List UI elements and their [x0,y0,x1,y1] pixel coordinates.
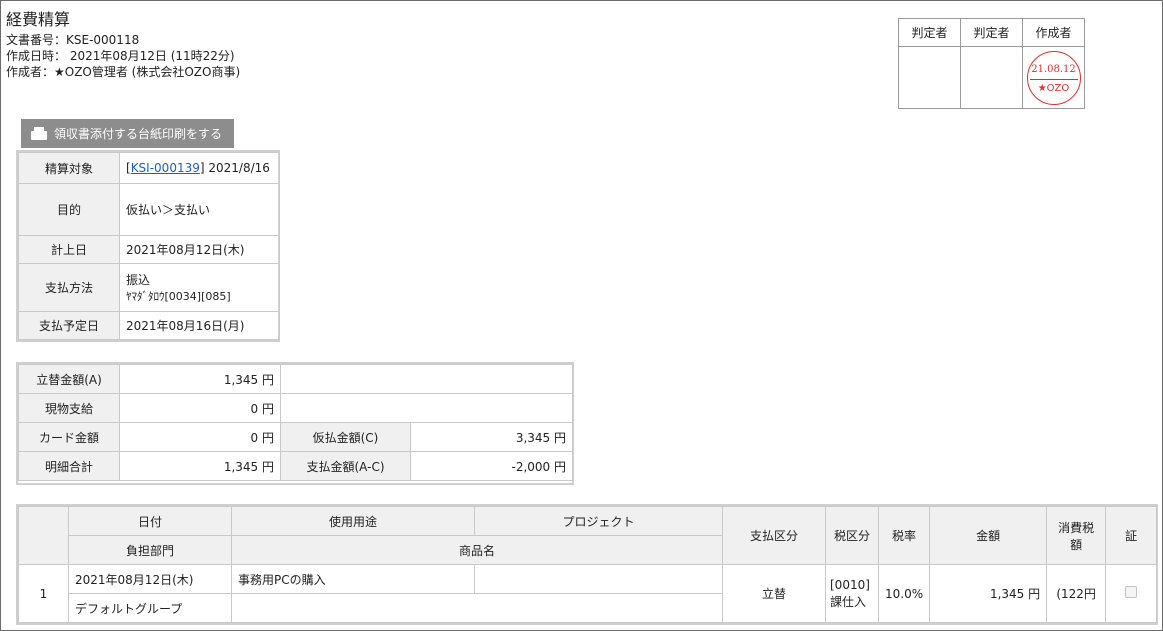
empty-cell [280,393,573,423]
target-rest: ] 2021/8/16 [199,161,270,175]
row-number-header [18,506,69,565]
goods-value: 0 円 [119,393,281,423]
stamp-date: 21.08.12 [1031,63,1076,75]
tax-rate-header: 税率 [877,506,931,565]
row-tax-type: [0010] 課仕入 [825,564,879,623]
row-pay-type: 立替 [722,564,826,623]
row-dept: デフォルトグループ [68,593,232,623]
card-label: カード金額 [18,422,120,452]
method-type: 振込 [126,273,151,287]
usage-header: 使用用途 [231,506,475,536]
settlement-info-table: 精算対象 [KSI-000139] 2021/8/16 目的 仮払い＞支払い 計… [18,152,280,340]
approver-2-header: 判定者 [960,18,1023,47]
project-header: プロジェクト [474,506,723,536]
row-date: 2021年08月12日(木) [68,564,232,594]
row-item [231,593,723,623]
creator-header: 作成者 [1022,18,1085,47]
purpose-label: 目的 [18,183,120,236]
date-label: 計上日 [18,235,120,264]
stamp-name: ★OZO [1037,82,1070,94]
row-usage: 事務用PCの購入 [231,564,475,594]
target-value: [KSI-000139] 2021/8/16 [119,152,280,184]
stamp-divider [1029,78,1078,80]
method-label: 支払方法 [18,263,120,312]
proof-checkbox[interactable] [1125,586,1138,598]
advance-label: 立替金額(A) [18,364,120,394]
tax-type-header: 税区分 [825,506,879,565]
creator-stamp-cell: 21.08.12 ★OZO [1022,46,1085,109]
approval-table: 判定者 判定者 作成者 21.08.12 ★OZO [898,18,1085,109]
item-header: 商品名 [231,535,723,565]
prepay-value: 3,345 円 [410,422,573,452]
due-label: 支払予定日 [18,311,120,340]
document-number: 文書番号：KSE-000118 [6,33,140,47]
printer-icon [31,127,47,140]
approver-1-stamp-cell [898,46,961,109]
purpose-value: 仮払い＞支払い [119,183,280,236]
pay-label: 支払金額(A-C) [280,451,411,481]
advance-value: 1,345 円 [119,364,281,394]
method-detail: ﾔﾏﾀﾞﾀﾛｳ[0034][085] [126,290,231,303]
author: 作成者：★OZO管理者 (株式会社OZO商事) [6,65,241,79]
total-label: 明細合計 [18,451,120,481]
approver-1-header: 判定者 [898,18,961,47]
target-label: 精算対象 [18,152,120,184]
total-value: 1,345 円 [119,451,281,481]
goods-label: 現物支給 [18,393,120,423]
row-tax-rate: 10.0% [877,564,931,623]
pay-value: -2,000 円 [410,451,573,481]
method-value: 振込 ﾔﾏﾀﾞﾀﾛｳ[0034][085] [119,263,280,312]
row-number: 1 [18,564,69,623]
page-title: 経費精算 [6,10,71,29]
table-row: 1 2021年08月12日(木) 事務用PCの購入 立替 [0010] 課仕入 … [18,564,1158,623]
print-receipt-mount-button[interactable]: 領収書添付する台紙印刷をする [21,119,234,148]
date-header: 日付 [68,506,232,536]
due-value: 2021年08月16日(月) [119,311,280,340]
created-datetime: 作成日時： 2021年08月12日 (11時22分) [6,49,235,63]
row-amount: 1,345 円 [929,564,1048,623]
amount-header: 金額 [929,506,1048,565]
row-tax-name: 課仕入 [830,594,867,609]
empty-cell [280,364,573,394]
card-value: 0 円 [119,422,281,452]
dept-header: 負担部門 [68,535,232,565]
target-link[interactable]: KSI-000139 [131,161,200,175]
approver-2-stamp-cell [960,46,1023,109]
detail-table: 日付 使用用途 プロジェクト 支払区分 税区分 税率 金額 消費税額 証 負担部… [18,506,1158,623]
proof-header: 証 [1105,506,1158,565]
tax-header: 消費税額 [1046,506,1107,565]
pay-type-header: 支払区分 [722,506,826,565]
row-proof [1105,564,1158,623]
print-button-label: 領収書添付する台紙印刷をする [54,127,223,141]
date-value: 2021年08月12日(木) [119,235,280,264]
row-tax-code: [0010] [830,577,870,592]
approval-stamp: 21.08.12 ★OZO [1026,50,1081,105]
amount-table: 立替金額(A) 1,345 円 現物支給 0 円 カード金額 0 円 仮払金額(… [18,364,573,481]
row-project [474,564,723,594]
prepay-label: 仮払金額(C) [280,422,411,452]
row-tax: (122円 [1046,564,1107,623]
